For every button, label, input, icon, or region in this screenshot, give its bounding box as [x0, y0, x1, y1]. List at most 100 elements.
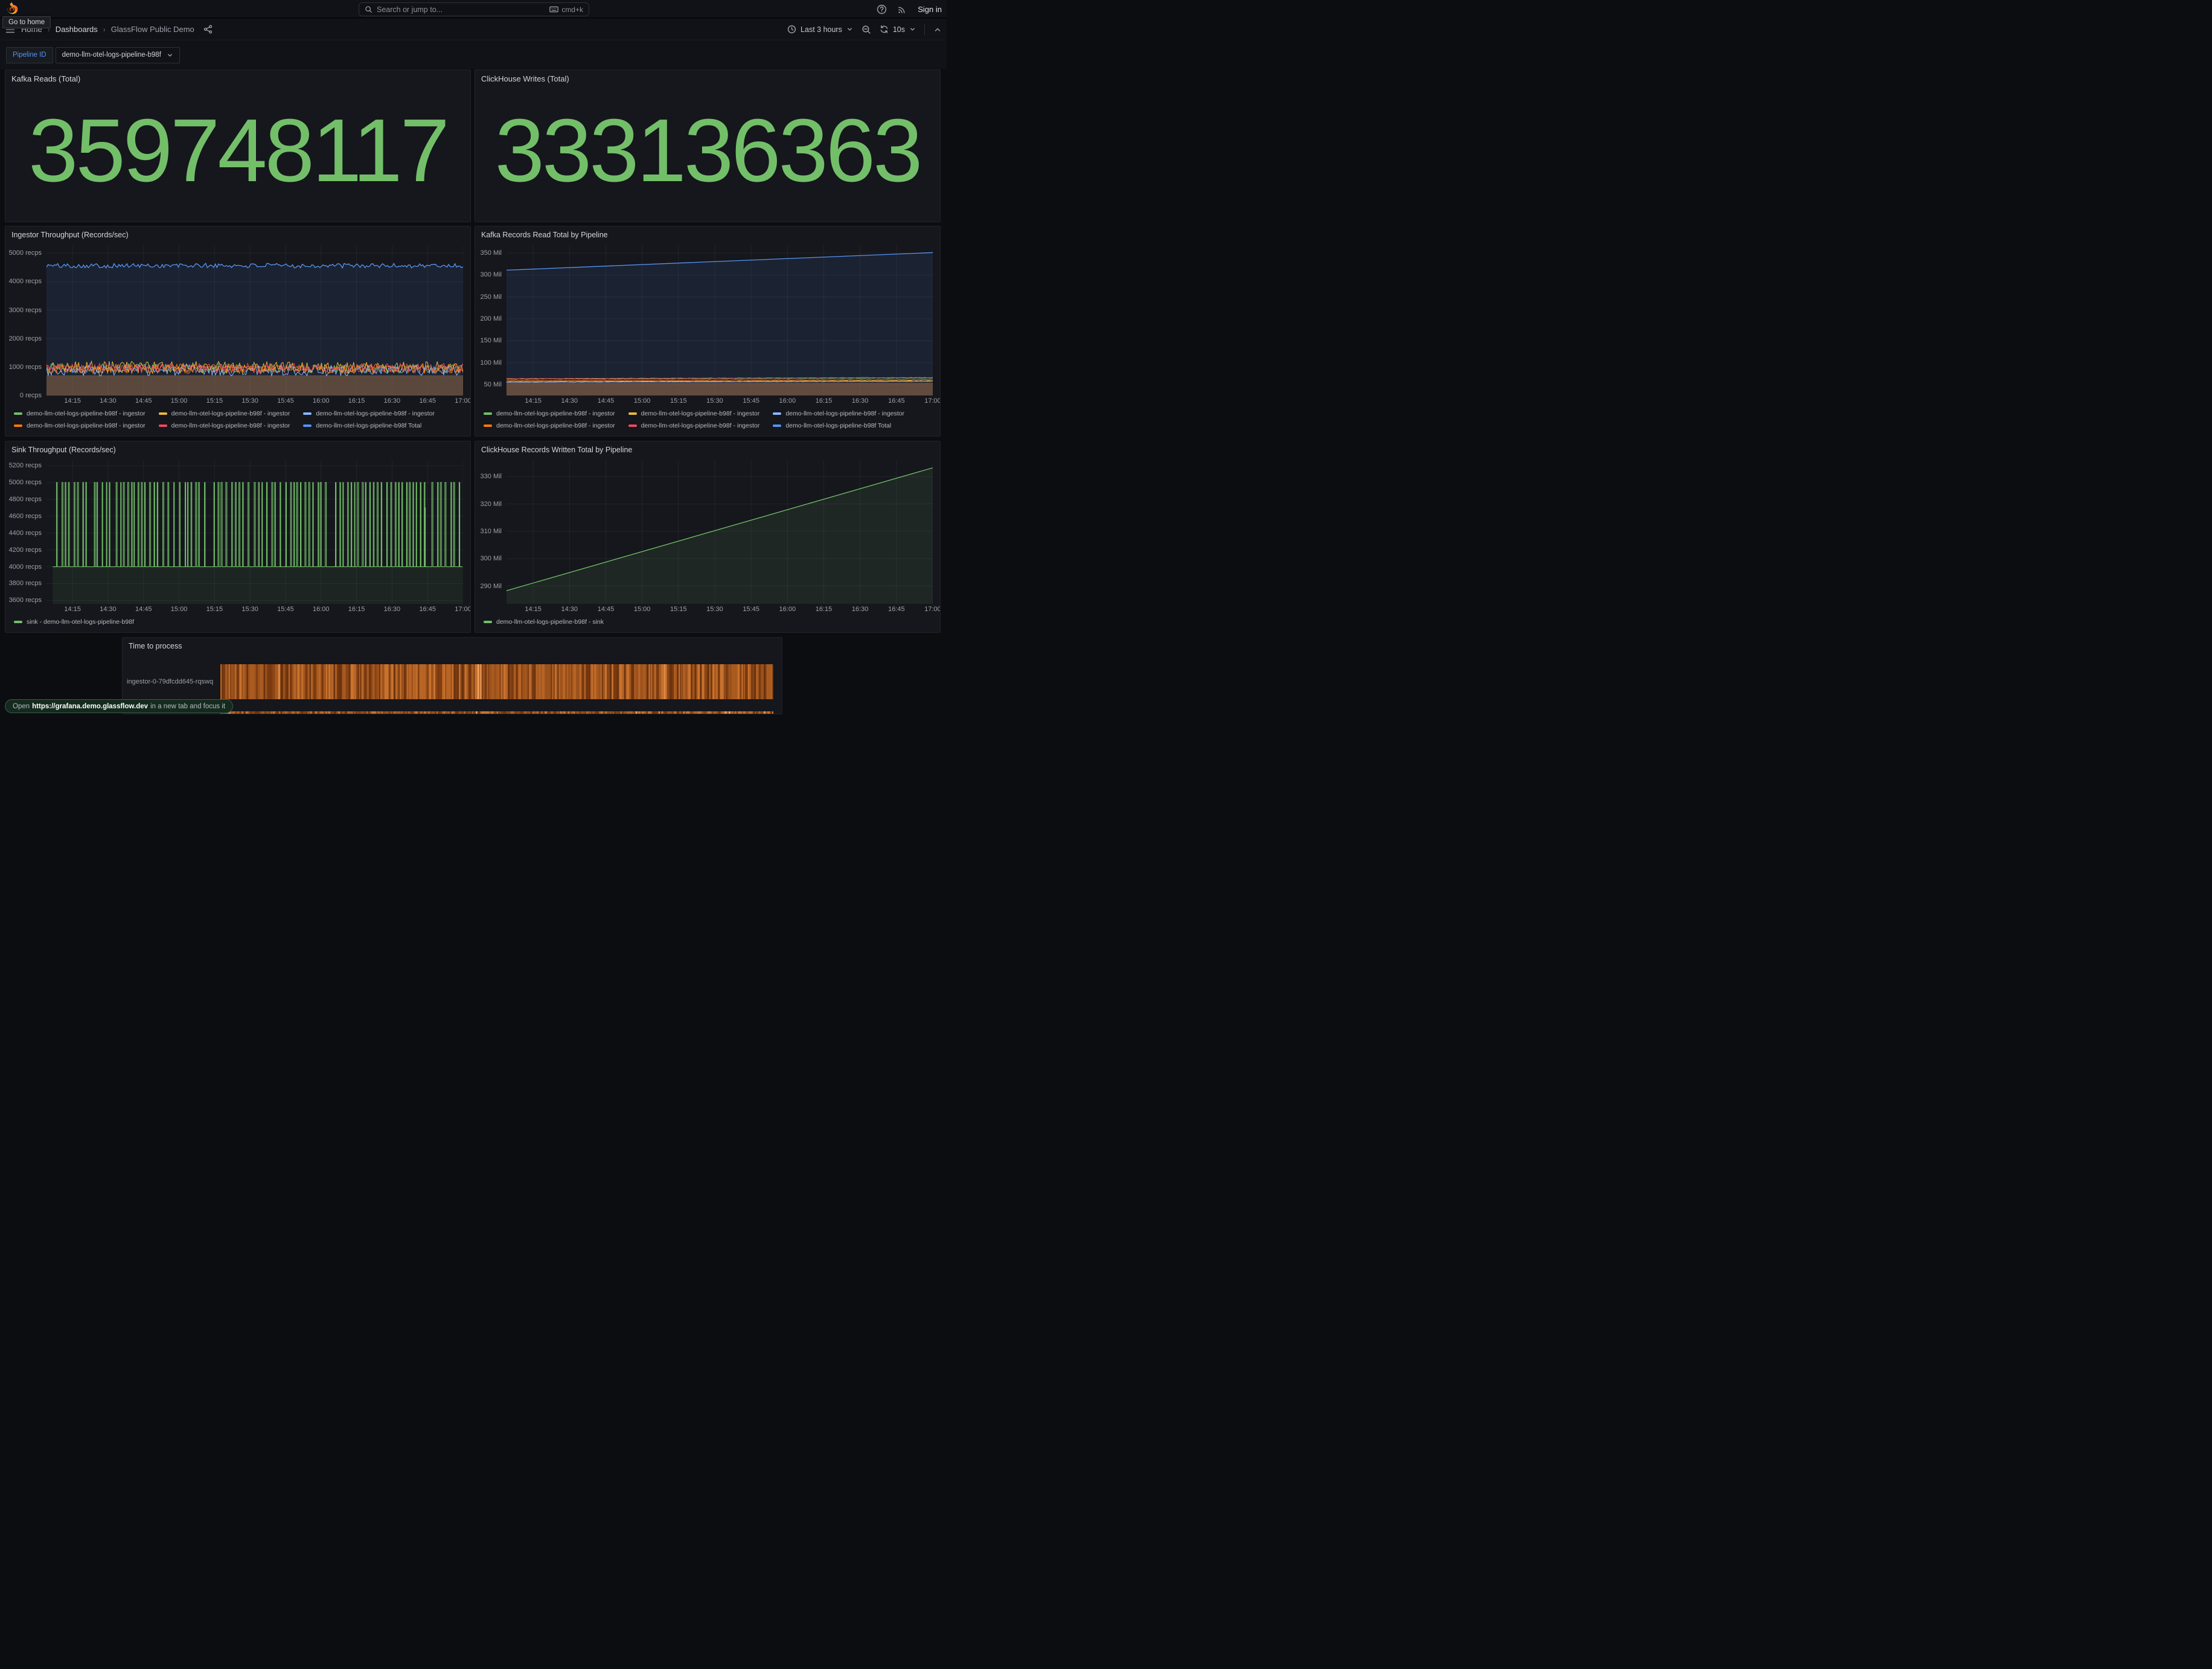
x-axis-label: 15:15 — [670, 606, 687, 613]
x-axis-label: 16:30 — [852, 397, 869, 405]
chart-legend: sink - demo-llm-otel-logs-pipeline-b98f — [5, 615, 470, 630]
chevron-down-icon — [167, 52, 173, 59]
x-axis-label: 16:15 — [348, 606, 365, 613]
zoom-out-icon[interactable] — [861, 25, 871, 34]
legend-marker — [14, 424, 22, 427]
y-axis-label: 1000 recps — [9, 364, 42, 371]
chart-canvas[interactable] — [507, 460, 933, 604]
x-axis-label: 16:00 — [779, 397, 796, 405]
x-axis-label: 15:00 — [634, 606, 651, 613]
search-placeholder: Search or jump to... — [377, 5, 443, 14]
legend-marker — [14, 412, 22, 415]
legend-item[interactable]: demo-llm-otel-logs-pipeline-b98f - inges… — [628, 420, 760, 431]
y-axis-label: 100 Mil — [481, 359, 502, 367]
y-axis-label: 2000 recps — [9, 335, 42, 342]
x-axis-label: 15:00 — [634, 397, 651, 405]
x-axis-label: 14:45 — [135, 606, 152, 613]
clock-icon — [787, 25, 796, 34]
chart-canvas[interactable] — [46, 460, 463, 604]
legend-item[interactable]: demo-llm-otel-logs-pipeline-b98f - inges… — [303, 408, 435, 419]
legend-item[interactable]: sink - demo-llm-otel-logs-pipeline-b98f — [14, 617, 134, 627]
chart-legend: demo-llm-otel-logs-pipeline-b98f - sink — [475, 615, 940, 630]
legend-item[interactable]: demo-llm-otel-logs-pipeline-b98f - inges… — [159, 408, 290, 419]
chart-canvas[interactable] — [46, 245, 463, 396]
x-axis-label: 15:15 — [670, 397, 687, 405]
breadcrumb-separator: › — [103, 25, 106, 34]
panel-clickhouse-writes-total[interactable]: ClickHouse Writes (Total) 333136363 — [475, 69, 941, 222]
legend-marker — [484, 621, 492, 623]
panel-ingestor-throughput[interactable]: Ingestor Throughput (Records/sec) 0 recp… — [5, 226, 471, 437]
timeline-row-label: ingestor-0-79dfcdd645-rqswq — [123, 678, 220, 685]
y-axis-label: 200 Mil — [481, 315, 502, 322]
legend-marker — [484, 424, 492, 427]
sign-in-link[interactable]: Sign in — [918, 5, 942, 14]
x-axis-label: 16:00 — [779, 606, 796, 613]
toolbar-divider — [924, 24, 925, 35]
search-shortcut: cmd+k — [561, 5, 583, 14]
panel-clickhouse-records-written[interactable]: ClickHouse Records Written Total by Pipe… — [475, 441, 941, 633]
legend-label: demo-llm-otel-logs-pipeline-b98f - inges… — [171, 410, 290, 417]
legend-item[interactable]: demo-llm-otel-logs-pipeline-b98f Total — [303, 420, 421, 431]
x-axis-label: 16:45 — [419, 397, 436, 405]
legend-item[interactable]: demo-llm-otel-logs-pipeline-b98f - sink — [484, 617, 604, 627]
legend-label: sink - demo-llm-otel-logs-pipeline-b98f — [27, 618, 134, 626]
legend-item[interactable]: demo-llm-otel-logs-pipeline-b98f Total — [773, 420, 891, 431]
legend-marker — [773, 424, 781, 427]
timeline-band[interactable] — [220, 664, 773, 699]
search-input[interactable]: Search or jump to... cmd+k — [359, 2, 589, 16]
pipeline-id-select[interactable]: demo-llm-otel-logs-pipeline-b98f — [56, 47, 180, 63]
x-axis-label: 15:45 — [277, 397, 294, 405]
breadcrumb-dashboards[interactable]: Dashboards — [56, 25, 98, 34]
legend-item[interactable]: demo-llm-otel-logs-pipeline-b98f - inges… — [14, 408, 145, 419]
timeline-band[interactable] — [220, 711, 773, 714]
legend-item[interactable]: demo-llm-otel-logs-pipeline-b98f - inges… — [628, 408, 760, 419]
legend-label: demo-llm-otel-logs-pipeline-b98f - inges… — [496, 422, 615, 429]
timeline-row: ingestor-0-79dfcdd645-rqswq — [123, 664, 782, 699]
x-axis-label: 16:00 — [313, 397, 330, 405]
toast-prefix: Open — [13, 703, 30, 710]
chart-legend: demo-llm-otel-logs-pipeline-b98f - inges… — [475, 406, 940, 434]
legend-label: demo-llm-otel-logs-pipeline-b98f - inges… — [496, 410, 615, 417]
x-axis-label: 16:15 — [816, 606, 833, 613]
x-axis-label: 15:45 — [277, 606, 294, 613]
legend-item[interactable]: demo-llm-otel-logs-pipeline-b98f - inges… — [484, 420, 615, 431]
legend-marker — [159, 424, 167, 427]
legend-item[interactable]: demo-llm-otel-logs-pipeline-b98f - inges… — [484, 408, 615, 419]
x-axis-label: 16:45 — [888, 397, 905, 405]
legend-item[interactable]: demo-llm-otel-logs-pipeline-b98f - inges… — [773, 408, 904, 419]
go-to-home-tooltip: Go to home — [2, 16, 51, 28]
legend-item[interactable]: demo-llm-otel-logs-pipeline-b98f - inges… — [159, 420, 290, 431]
panel-kafka-reads-total[interactable]: Kafka Reads (Total) 359748117 — [5, 69, 471, 222]
legend-marker — [303, 424, 312, 427]
refresh-interval-label: 10s — [893, 25, 905, 34]
y-axis-label: 3000 recps — [9, 307, 42, 314]
time-range-picker[interactable]: Last 3 hours — [787, 25, 853, 34]
legend-item[interactable]: demo-llm-otel-logs-pipeline-b98f - inges… — [14, 420, 145, 431]
grafana-logo[interactable] — [5, 2, 19, 16]
legend-label: demo-llm-otel-logs-pipeline-b98f - sink — [496, 618, 604, 626]
collapse-chevron-up-icon[interactable] — [933, 25, 942, 34]
refresh-picker[interactable]: 10s — [880, 25, 916, 34]
y-axis: 50 Mil100 Mil150 Mil200 Mil250 Mil300 Mi… — [475, 245, 507, 396]
pipeline-id-label[interactable]: Pipeline ID — [6, 47, 53, 63]
panel-kafka-records-read[interactable]: Kafka Records Read Total by Pipeline 50 … — [475, 226, 941, 437]
y-axis-label: 290 Mil — [481, 583, 502, 590]
search-icon — [365, 5, 372, 13]
chart-legend: demo-llm-otel-logs-pipeline-b98f - inges… — [5, 406, 470, 434]
legend-marker — [14, 621, 22, 623]
panel-title: ClickHouse Records Written Total by Pipe… — [475, 441, 940, 456]
open-url-toast[interactable]: Open https://grafana.demo.glassflow.dev … — [5, 699, 233, 713]
x-axis-label: 14:45 — [135, 397, 152, 405]
time-range-label: Last 3 hours — [801, 25, 842, 34]
x-axis: 14:1514:3014:4515:0015:1515:3015:4516:00… — [507, 396, 933, 405]
x-axis-label: 14:30 — [100, 606, 117, 613]
toast-suffix: in a new tab and focus it — [150, 703, 225, 710]
chart-canvas[interactable] — [507, 245, 933, 396]
help-icon[interactable] — [877, 4, 887, 14]
panel-sink-throughput[interactable]: Sink Throughput (Records/sec) 3600 recps… — [5, 441, 471, 633]
x-axis-label: 15:45 — [743, 397, 759, 405]
y-axis-label: 4000 recps — [9, 278, 42, 285]
x-axis-label: 14:45 — [598, 606, 615, 613]
news-rss-icon[interactable] — [897, 4, 907, 14]
share-icon[interactable] — [203, 25, 213, 34]
